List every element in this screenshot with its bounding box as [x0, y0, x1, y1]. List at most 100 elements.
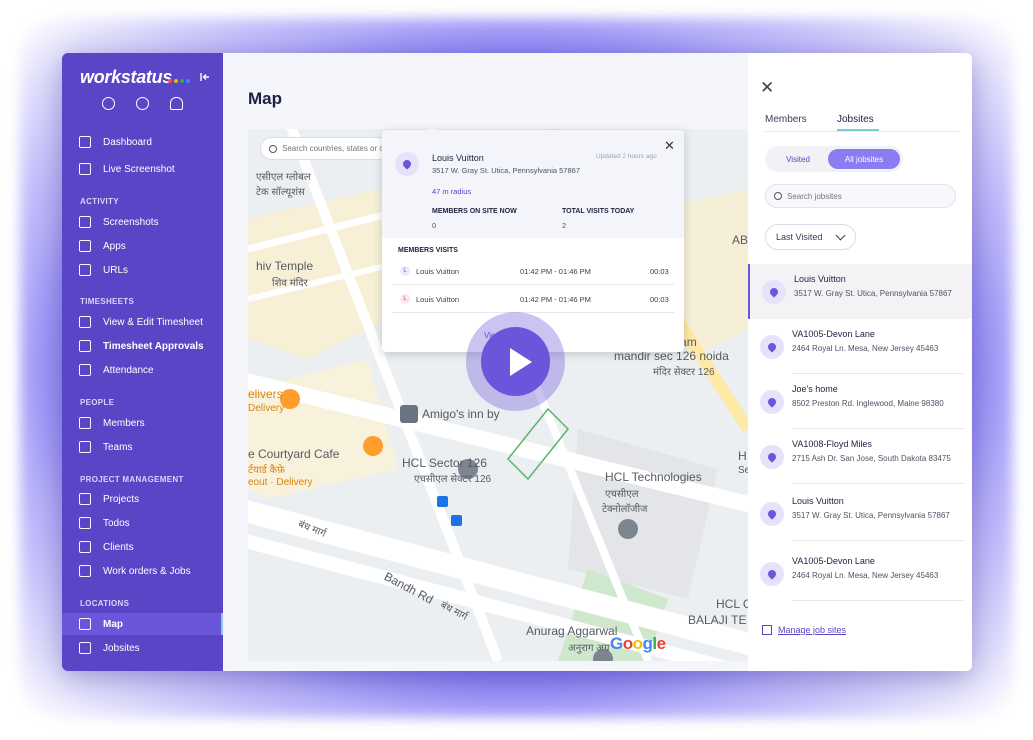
- jobsite-list-item[interactable]: VA1005-Devon Lane 2464 Royal Ln. Mesa, N…: [748, 546, 972, 601]
- section-people: PEOPLE: [80, 398, 115, 407]
- popup-updated: Updated 2 hours ago: [596, 153, 657, 160]
- map-label: HCL Technologies: [605, 470, 702, 484]
- apps-icon: [79, 240, 91, 252]
- map-search[interactable]: [260, 137, 392, 160]
- visit-row[interactable]: L Louis Vuitton 01:42 PM - 01:46 PM 00:0…: [392, 286, 674, 313]
- sidebar-item-attendance[interactable]: Attendance: [62, 359, 223, 381]
- members-on-site-value: 0: [432, 221, 437, 230]
- sidebar-item-apps[interactable]: Apps: [62, 235, 223, 257]
- work-order-icon: [79, 565, 91, 577]
- map-label: Se: [738, 465, 748, 476]
- map-label: hiv Temple: [256, 259, 314, 273]
- visit-duration: 00:03: [650, 266, 669, 276]
- add-icon[interactable]: [136, 97, 149, 110]
- tab-members[interactable]: Members: [765, 114, 807, 125]
- visit-member-name: Louis Vuitton: [416, 266, 460, 276]
- sort-value: Last Visited: [776, 232, 823, 242]
- visit-duration: 00:03: [650, 294, 669, 304]
- location-pin-icon: [762, 280, 786, 304]
- sidebar-item-timesheet-approvals[interactable]: Timesheet Approvals: [62, 335, 223, 357]
- google-logo: Google: [610, 634, 666, 653]
- collapse-sidebar-icon[interactable]: [198, 70, 212, 84]
- visit-member-name: Louis Vuitton: [416, 294, 460, 304]
- jobsite-list-item[interactable]: VA1005-Devon Lane 2464 Royal Ln. Mesa, N…: [748, 319, 972, 374]
- sidebar-item-urls[interactable]: URLs: [62, 259, 223, 281]
- jobsite-list-item[interactable]: Louis Vuitton 3517 W. Gray St. Utica, Pe…: [748, 264, 972, 319]
- sidebar-item-todos[interactable]: Todos: [62, 512, 223, 534]
- jobsite-search[interactable]: [765, 184, 956, 208]
- app-window: workstatus Dashboard Live Screenshot ACT…: [62, 53, 972, 671]
- sidebar-item-view-edit-timesheet[interactable]: View & Edit Timesheet: [62, 311, 223, 333]
- members-visits-title: MEMBERS VISITS: [398, 247, 458, 254]
- building-icon: [79, 642, 91, 654]
- sidebar-item-map[interactable]: Map: [62, 613, 223, 635]
- map-search-input[interactable]: [282, 144, 392, 153]
- map-label: elivers: [248, 387, 283, 401]
- dashboard-icon: [79, 136, 91, 148]
- jobsite-address: 3517 W. Gray St. Utica, Pennsylvania 578…: [794, 289, 952, 298]
- jobsite-name: VA1005-Devon Lane: [792, 329, 875, 339]
- map-label: Anurag Aggarwal: [526, 624, 618, 638]
- folder-icon: [79, 493, 91, 505]
- jobsite-address: 8502 Preston Rd. Inglewood, Maine 98380: [792, 399, 944, 408]
- sidebar-item-live-screenshot[interactable]: Live Screenshot: [62, 158, 223, 180]
- map-label: एचसीएल: [605, 489, 639, 500]
- map-label: एसीएल ग्लोबल: [256, 172, 311, 183]
- jobsite-address: 2464 Royal Ln. Mesa, New Jersey 45463: [792, 571, 939, 580]
- sidebar-item-dashboard[interactable]: Dashboard: [62, 131, 223, 153]
- tab-jobsites[interactable]: Jobsites: [837, 114, 874, 125]
- jobsite-list-item[interactable]: Louis Vuitton 3517 W. Gray St. Utica, Pe…: [748, 486, 972, 541]
- sidebar-item-clients[interactable]: Clients: [62, 536, 223, 558]
- divider: [792, 483, 964, 484]
- sidebar-item-teams[interactable]: Teams: [62, 436, 223, 458]
- jobsite-name: Louis Vuitton: [792, 496, 844, 506]
- play-icon: [510, 348, 532, 376]
- visit-time: 01:42 PM - 01:46 PM: [520, 294, 591, 304]
- attendance-icon: [79, 364, 91, 376]
- divider: [792, 540, 964, 541]
- sidebar-item-screenshots[interactable]: Screenshots: [62, 211, 223, 233]
- jobsite-name: VA1005-Devon Lane: [792, 556, 875, 566]
- sidebar-item-members[interactable]: Members: [62, 412, 223, 434]
- sidebar-top-icons: [102, 97, 183, 110]
- brand-dots: [168, 79, 190, 83]
- sidebar-item-projects[interactable]: Projects: [62, 488, 223, 510]
- chevron-down-icon: [835, 230, 846, 241]
- jobsite-list-item[interactable]: VA1008-Floyd Miles 2715 Ash Dr. San Jose…: [748, 429, 972, 484]
- building-icon: [762, 625, 772, 635]
- total-visits-label: TOTAL VISITS TODAY: [562, 208, 635, 215]
- user-icon: [79, 417, 91, 429]
- manage-job-sites-link[interactable]: Manage job sites: [762, 625, 846, 635]
- jobsite-address: 2715 Ash Dr. San Jose, South Dakota 8347…: [792, 454, 951, 463]
- map-label: टेक्नोलॉजीज: [602, 504, 648, 515]
- location-pin-icon: [760, 335, 784, 359]
- close-icon[interactable]: ✕: [760, 78, 774, 98]
- sort-dropdown[interactable]: Last Visited: [765, 224, 856, 250]
- map-label: एचसीएल सेक्टर 126: [414, 474, 492, 485]
- jobsite-list-item[interactable]: Joe's home 8502 Preston Rd. Inglewood, M…: [748, 374, 972, 429]
- sidebar-item-work-orders-jobs[interactable]: Work orders & Jobs: [62, 560, 223, 582]
- location-pin-icon: [760, 502, 784, 526]
- todo-icon: [79, 517, 91, 529]
- avatar: L: [400, 294, 410, 304]
- play-timer-icon[interactable]: [102, 97, 115, 110]
- sidebar-item-jobsites[interactable]: Jobsites: [62, 637, 223, 659]
- map-label: HCL C: [716, 597, 748, 611]
- divider: [792, 600, 964, 601]
- brand-logo[interactable]: workstatus: [80, 67, 172, 88]
- popup-header: [382, 130, 684, 238]
- visit-filter-toggle: Visited All jobsites: [765, 146, 903, 172]
- jobsite-search-input[interactable]: [787, 191, 947, 201]
- bell-icon[interactable]: [170, 97, 183, 110]
- map-label: र्टयार्ड कैफ़े: [248, 465, 285, 476]
- map-label: Amigo's inn by: [422, 407, 500, 421]
- toggle-visited[interactable]: Visited: [770, 149, 826, 169]
- popup-close-icon[interactable]: ✕: [664, 138, 675, 154]
- jobsite-address: 3517 W. Gray St. Utica, Pennsylvania 578…: [792, 511, 950, 520]
- jobsite-name: VA1008-Floyd Miles: [792, 439, 872, 449]
- toggle-all-jobsites[interactable]: All jobsites: [828, 149, 900, 169]
- visit-row[interactable]: L Louis Vuitton 01:42 PM - 01:46 PM 00:0…: [392, 258, 674, 285]
- calendar-check-icon: [79, 340, 91, 352]
- section-timesheets: TIMESHEETS: [80, 297, 135, 306]
- jobsite-name: Louis Vuitton: [794, 274, 846, 284]
